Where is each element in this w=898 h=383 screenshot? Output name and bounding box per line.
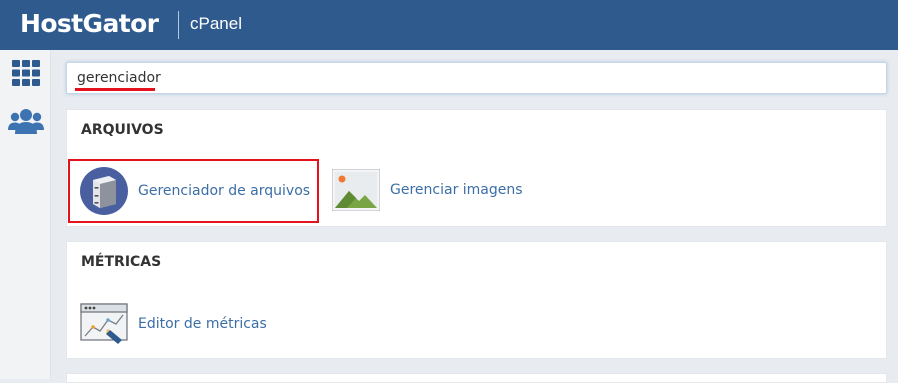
metrics-editor-icon (80, 303, 128, 344)
sidebar-item-users[interactable] (8, 105, 44, 137)
sidebar (0, 50, 51, 379)
section-next (66, 373, 887, 383)
file-manager-highlight-box (68, 159, 319, 223)
section-metricas: MÉTRICAS Editor de métricas (66, 241, 887, 359)
users-icon (8, 109, 44, 134)
search-input[interactable] (77, 70, 857, 86)
grid-icon (12, 60, 40, 86)
search-highlight-underline (75, 88, 155, 91)
image-manager-label: Gerenciar imagens (390, 182, 523, 198)
image-manager-link[interactable]: Gerenciar imagens (332, 169, 523, 211)
image-icon (332, 169, 380, 211)
product-name: cPanel (190, 14, 242, 33)
metrics-editor-link[interactable]: Editor de métricas (80, 303, 267, 345)
metrics-editor-label: Editor de métricas (138, 316, 267, 332)
section-title: ARQUIVOS (81, 122, 164, 138)
top-header: HostGator cPanel (0, 0, 898, 50)
search-field[interactable] (66, 62, 887, 94)
hostgator-logo[interactable]: HostGator (20, 9, 159, 38)
header-divider (178, 11, 179, 39)
sidebar-item-tools[interactable] (8, 57, 44, 89)
section-title: MÉTRICAS (81, 254, 162, 270)
